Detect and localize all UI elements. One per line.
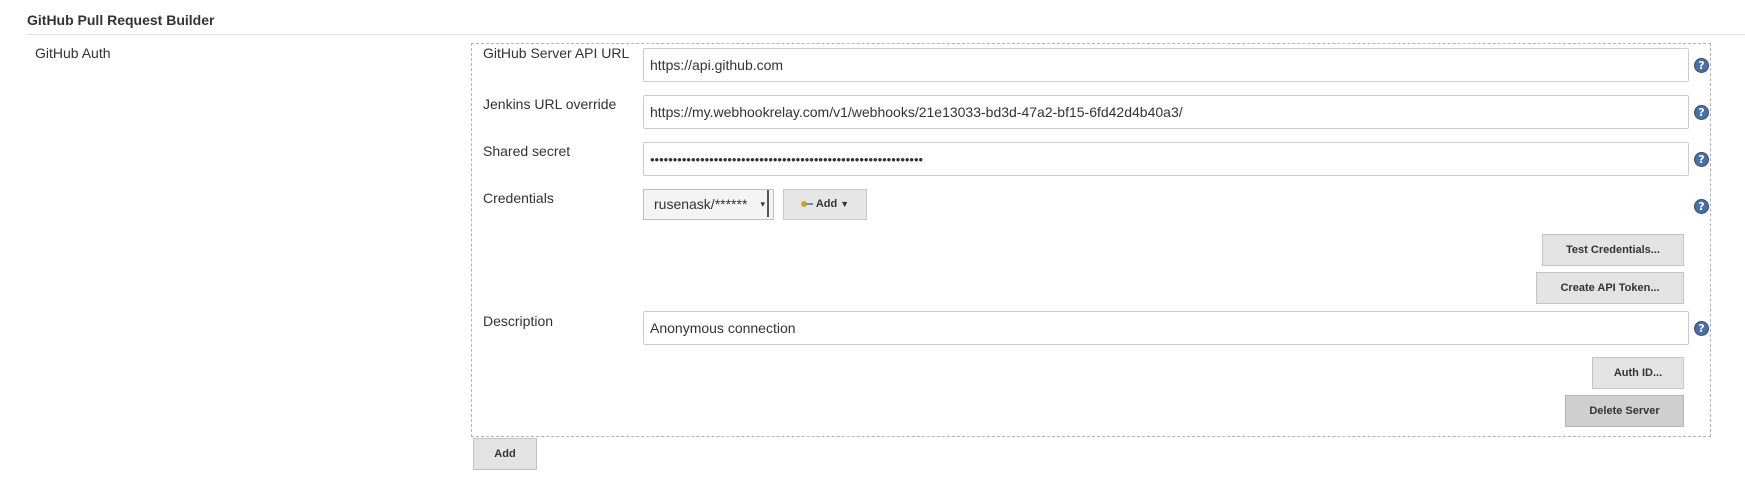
test-credentials-button[interactable]: Test Credentials... <box>1542 234 1684 266</box>
help-icon[interactable]: ? <box>1694 152 1709 167</box>
delete-server-button[interactable]: Delete Server <box>1565 395 1684 427</box>
server-api-url-label: GitHub Server API URL <box>483 45 630 61</box>
credentials-selected-value: rusenask/****** <box>654 196 748 212</box>
chevron-down-icon: ▾ <box>760 190 769 217</box>
help-icon[interactable]: ? <box>1694 199 1709 214</box>
help-icon[interactable]: ? <box>1694 58 1709 73</box>
create-api-token-button[interactable]: Create API Token... <box>1536 272 1684 304</box>
server-api-url-input[interactable] <box>643 48 1689 82</box>
credentials-label: Credentials <box>483 190 554 206</box>
chevron-down-icon: ▼ <box>840 199 850 209</box>
add-server-button[interactable]: Add <box>473 438 537 470</box>
help-icon[interactable]: ? <box>1694 321 1709 336</box>
github-auth-label: GitHub Auth <box>35 45 111 61</box>
shared-secret-label: Shared secret <box>483 143 571 159</box>
add-credentials-button[interactable]: Add ▼ <box>783 189 867 220</box>
auth-id-button[interactable]: Auth ID... <box>1592 357 1684 389</box>
shared-secret-input[interactable] <box>643 142 1689 176</box>
add-credentials-label: Add <box>815 198 838 210</box>
description-label: Description <box>483 313 554 329</box>
credentials-select[interactable]: rusenask/****** ▾ <box>643 189 774 220</box>
section-divider <box>27 34 1745 35</box>
jenkins-url-override-label: Jenkins URL override <box>483 96 617 112</box>
key-icon <box>800 200 813 208</box>
section-title: GitHub Pull Request Builder <box>27 12 215 28</box>
description-input[interactable] <box>643 311 1689 345</box>
help-icon[interactable]: ? <box>1694 105 1709 120</box>
jenkins-url-override-input[interactable] <box>643 95 1689 129</box>
